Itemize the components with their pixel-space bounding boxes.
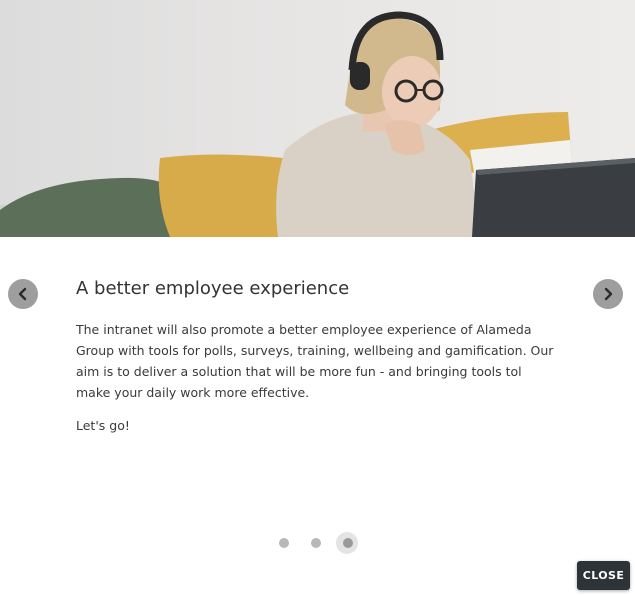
chevron-right-icon (604, 287, 613, 301)
slide-cta-text: Let's go! (76, 418, 130, 433)
close-button[interactable]: CLOSE (577, 561, 630, 590)
slide-title: A better employee experience (76, 278, 350, 299)
pagination-dot-3-active[interactable] (343, 538, 353, 548)
hero-image (0, 0, 635, 237)
carousel-pagination (273, 532, 363, 554)
slide-body-text: The intranet will also promote a better … (76, 322, 554, 400)
pagination-dot-1[interactable] (279, 538, 289, 548)
previous-slide-button[interactable] (8, 279, 38, 309)
pagination-dot-2[interactable] (311, 538, 321, 548)
welcome-dialog: A better employee experience The intrane… (0, 0, 635, 595)
next-slide-button[interactable] (593, 279, 623, 309)
chevron-left-icon (18, 287, 27, 301)
